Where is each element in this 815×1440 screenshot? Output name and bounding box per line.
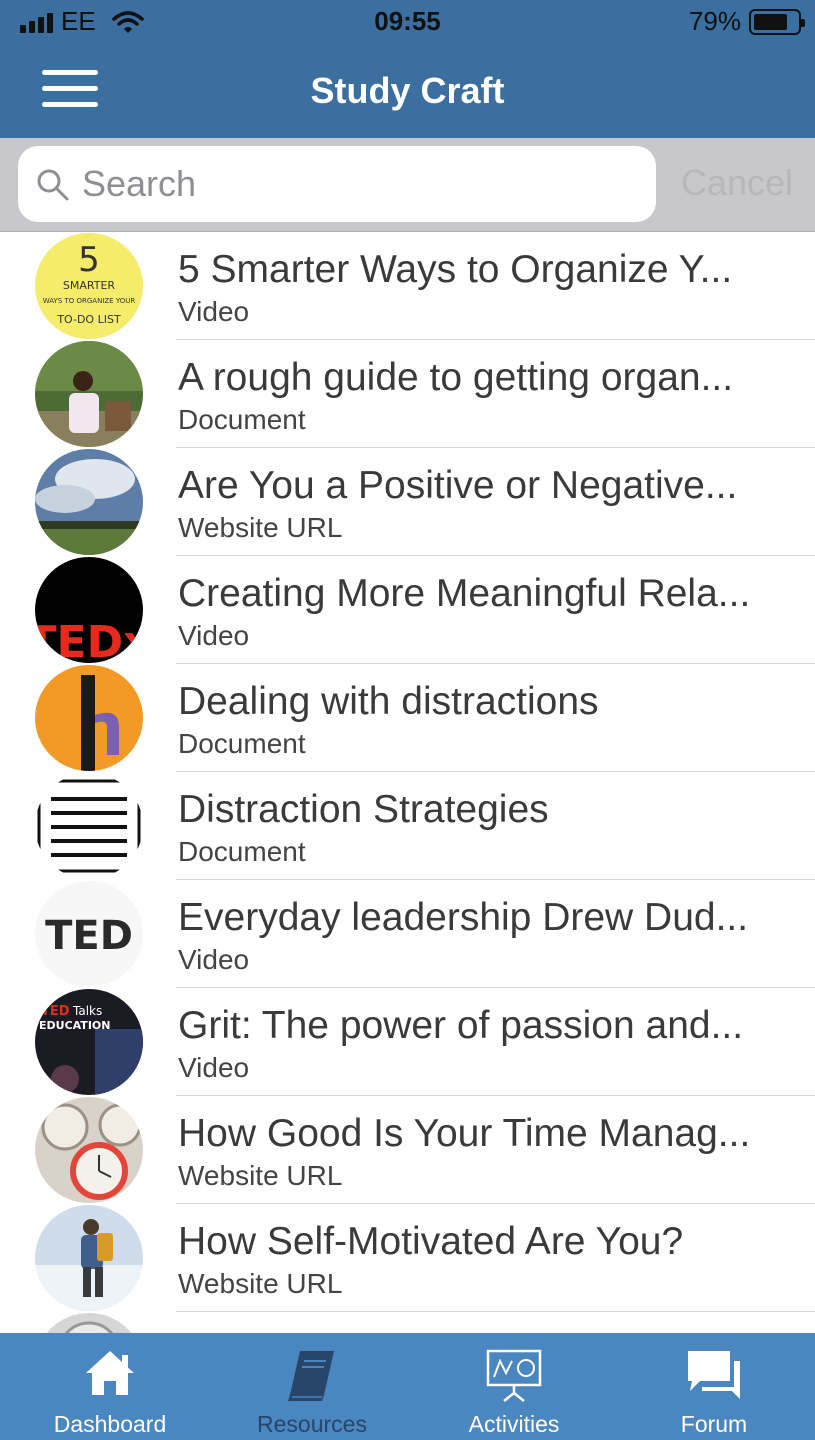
battery-icon bbox=[749, 8, 805, 35]
home-icon bbox=[86, 1351, 134, 1395]
resource-type: Website URL bbox=[178, 1160, 343, 1191]
list-item[interactable]: How Good Is Your Time Manag... Website U… bbox=[0, 1096, 815, 1204]
svg-text:WAYS TO ORGANIZE YOUR: WAYS TO ORGANIZE YOUR bbox=[43, 297, 136, 305]
resource-title: A rough guide to getting organ... bbox=[178, 356, 734, 399]
status-right: 79% bbox=[688, 6, 805, 37]
tab-label: Activities bbox=[468, 1411, 560, 1437]
page-title: Study Craft bbox=[310, 70, 505, 111]
ted-logo-thumbnail: TED bbox=[35, 881, 143, 987]
svg-text:Talks: Talks bbox=[72, 1004, 102, 1018]
resource-type: Video bbox=[178, 620, 250, 651]
svg-text:TED: TED bbox=[41, 1004, 70, 1019]
resource-title: Dealing with distractions bbox=[178, 680, 599, 723]
battery-percent: 79% bbox=[688, 6, 741, 36]
presentation-board-icon bbox=[486, 1349, 542, 1402]
tab-label: Forum bbox=[680, 1411, 748, 1437]
list-item[interactable]: Are You a Positive or Negative... Websit… bbox=[0, 448, 815, 556]
book-icon bbox=[288, 1351, 334, 1401]
list-item[interactable]: How Self-Motivated Are You? Website URL bbox=[0, 1204, 815, 1312]
cloudy-sky-thumbnail bbox=[35, 449, 143, 555]
resource-type: Video bbox=[178, 296, 250, 327]
resource-type: Website URL bbox=[178, 1268, 343, 1299]
cancel-button[interactable]: Cancel bbox=[681, 162, 793, 204]
svg-text:5: 5 bbox=[78, 240, 100, 280]
resource-title: Are You a Positive or Negative... bbox=[178, 464, 738, 507]
ted-talks-education-thumbnail: TED Talks EDUCATION bbox=[35, 989, 143, 1095]
person-outdoors-thumbnail bbox=[35, 341, 143, 447]
resource-type: Document bbox=[178, 836, 306, 867]
tab-forum[interactable]: Forum bbox=[612, 1333, 815, 1440]
snooze-clock-thumbnail bbox=[35, 1313, 143, 1333]
resource-type: Document bbox=[178, 404, 306, 435]
document-lines-thumbnail bbox=[35, 773, 143, 879]
resource-list: 5 SMARTER WAYS TO ORGANIZE YOUR TO-DO LI… bbox=[0, 232, 815, 1333]
clocks-thumbnail bbox=[35, 1097, 143, 1203]
search-input[interactable] bbox=[82, 160, 642, 208]
resource-type: Video bbox=[178, 1052, 250, 1083]
orange-letter-h-thumbnail bbox=[35, 665, 143, 771]
resource-type: Video bbox=[178, 944, 250, 975]
resource-title: 5 Smarter Ways to Organize Y... bbox=[178, 248, 733, 291]
svg-text:SMARTER: SMARTER bbox=[63, 279, 116, 292]
tab-dashboard[interactable]: Dashboard bbox=[8, 1333, 212, 1440]
search-icon bbox=[37, 169, 69, 201]
list-item[interactable]: A rough guide to getting organ... Docume… bbox=[0, 340, 815, 448]
resource-title: How Self-Motivated Are You? bbox=[178, 1220, 684, 1263]
tab-bar: Dashboard Resources Activities Forum bbox=[0, 1333, 815, 1440]
tab-label: Dashboard bbox=[53, 1411, 167, 1437]
tab-label: Resources bbox=[257, 1411, 367, 1437]
search-bar: Cancel bbox=[0, 138, 815, 232]
search-box[interactable] bbox=[18, 146, 656, 222]
resource-title: How Good Is Your Time Manag... bbox=[178, 1112, 751, 1155]
resource-type: Document bbox=[178, 728, 306, 759]
resource-title: Distraction Strategies bbox=[178, 788, 549, 831]
svg-text:TO-DO LIST: TO-DO LIST bbox=[56, 313, 121, 326]
resource-title: Creating More Meaningful Rela... bbox=[178, 572, 751, 615]
battery-fill bbox=[754, 13, 788, 30]
list-item[interactable]: TED Everyday leadership Drew Dud... Vide… bbox=[0, 880, 815, 988]
tab-resources[interactable]: Resources bbox=[210, 1333, 414, 1440]
nav-bar: Study Craft bbox=[0, 44, 815, 138]
resource-title: Everyday leadership Drew Dud... bbox=[178, 896, 749, 939]
tedx-logo-thumbnail: TEDx bbox=[35, 557, 143, 663]
list-item[interactable]: TED Talks EDUCATION Grit: The power of p… bbox=[0, 988, 815, 1096]
hiker-in-snow-thumbnail bbox=[35, 1205, 143, 1311]
svg-text:TEDx: TEDx bbox=[35, 617, 143, 663]
svg-text:EDUCATION: EDUCATION bbox=[39, 1019, 110, 1032]
resource-title: Grit: The power of passion and... bbox=[178, 1004, 744, 1047]
chat-bubbles-icon bbox=[688, 1351, 740, 1399]
resource-type: Website URL bbox=[178, 512, 343, 543]
status-bar: EE 09:55 79% bbox=[0, 0, 815, 44]
list-item[interactable] bbox=[0, 1312, 815, 1333]
list-item[interactable]: Dealing with distractions Document bbox=[0, 664, 815, 772]
list-item[interactable]: Distraction Strategies Document bbox=[0, 772, 815, 880]
to-do-list-thumbnail: 5 SMARTER WAYS TO ORGANIZE YOUR TO-DO LI… bbox=[35, 233, 143, 339]
list-item[interactable]: TEDx Creating More Meaningful Rela... Vi… bbox=[0, 556, 815, 664]
svg-text:TED: TED bbox=[45, 913, 133, 959]
tab-activities[interactable]: Activities bbox=[412, 1333, 616, 1440]
list-item[interactable]: 5 SMARTER WAYS TO ORGANIZE YOUR TO-DO LI… bbox=[0, 232, 815, 340]
app-header: EE 09:55 79% Study Craft bbox=[0, 0, 815, 138]
